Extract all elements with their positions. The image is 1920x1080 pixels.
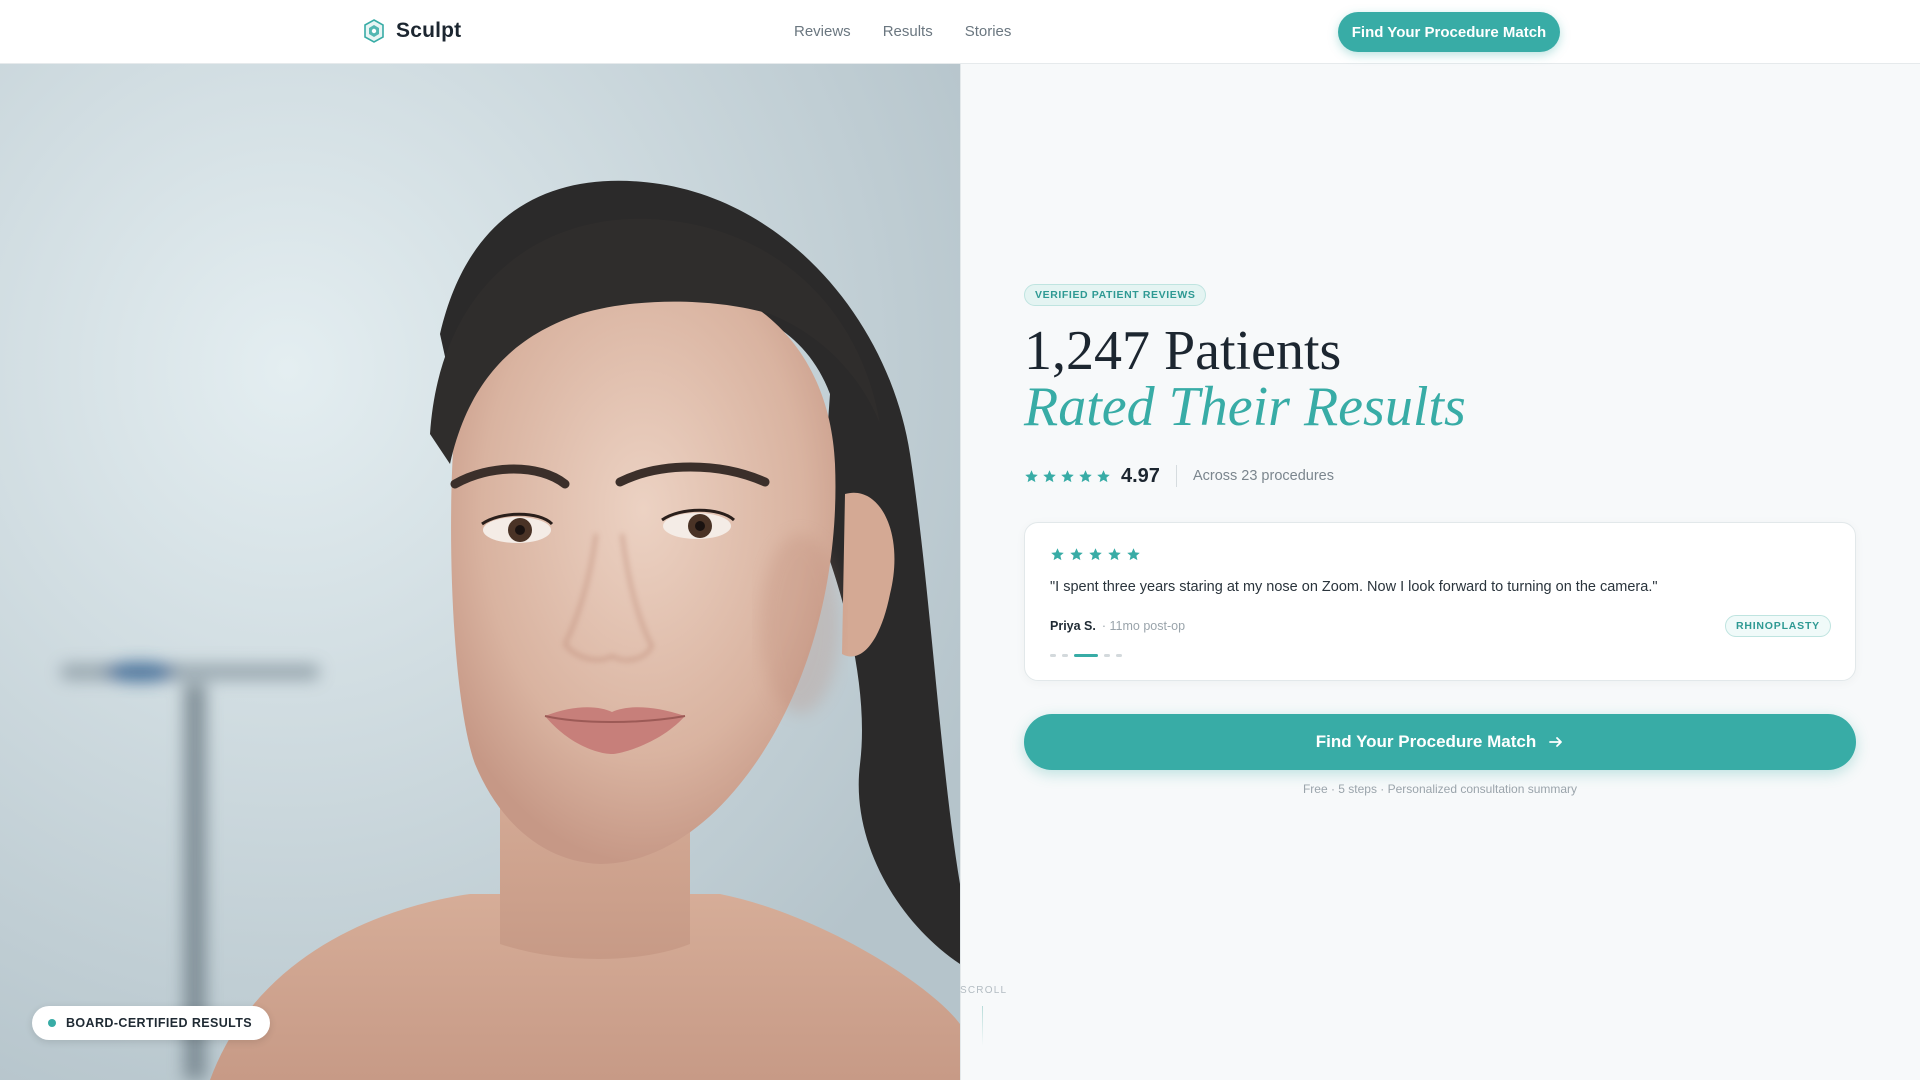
brand-name: Sculpt: [396, 19, 462, 42]
scroll-indicator-label: SCROLL: [960, 985, 1008, 996]
site-header: Sculpt Reviews Results Stories Find Your…: [0, 0, 1920, 64]
verified-reviews-pill: VERIFIED PATIENT REVIEWS: [1024, 284, 1207, 306]
star-icon: [1043, 469, 1056, 482]
reviewer-meta: · 11mo post-op: [1101, 619, 1186, 633]
portrait-image: [0, 64, 960, 1080]
rating-score: 4.97: [1121, 464, 1160, 487]
carousel-dot[interactable]: [1116, 654, 1122, 657]
star-icon: [1127, 548, 1140, 561]
review-quote: "I spent three years staring at my nose …: [1050, 579, 1658, 595]
review-card: "I spent three years staring at my nose …: [1024, 522, 1856, 681]
arrow-right-icon: [1549, 737, 1563, 747]
panel-divider: [960, 64, 961, 1080]
nav-link-reviews[interactable]: Reviews: [794, 23, 851, 40]
carousel-dot-active[interactable]: [1074, 654, 1098, 657]
carousel-dot[interactable]: [1062, 654, 1068, 657]
nav-link-stories[interactable]: Stories: [965, 23, 1012, 40]
carousel-dot[interactable]: [1050, 654, 1056, 657]
star-icon: [1097, 469, 1110, 482]
review-author: Priya S. · 11mo post-op: [1050, 619, 1185, 633]
star-icon: [1108, 548, 1121, 561]
rating-subtext: Across 23 procedures: [1192, 468, 1334, 484]
carousel-dot[interactable]: [1104, 654, 1110, 657]
aggregate-rating: 4.97 Across 23 procedures: [1024, 464, 1334, 488]
carousel-dots: [1050, 654, 1122, 657]
board-certified-badge: BOARD-CERTIFIED RESULTS: [32, 1006, 271, 1040]
status-dot-icon: [48, 1019, 56, 1027]
star-icon: [1070, 548, 1083, 561]
hero-title-accent: Rated Their Results: [1024, 376, 1466, 438]
find-procedure-match-button[interactable]: Find Your Procedure Match: [1024, 714, 1856, 770]
star-icon: [1025, 469, 1038, 482]
star-icon: [1089, 548, 1102, 561]
star-icon: [1061, 469, 1074, 482]
hero-photo: BOARD-CERTIFIED RESULTS: [0, 64, 960, 1080]
procedure-tag[interactable]: RHINOPLASTY: [1724, 615, 1831, 637]
rating-separator: [1175, 465, 1177, 487]
main-nav: Reviews Results Stories: [794, 23, 1011, 40]
cta-label: Find Your Procedure Match: [1315, 732, 1537, 751]
star-icon: [1051, 548, 1064, 561]
cta-subtext: Free · 5 steps · Personalized consultati…: [1302, 782, 1578, 796]
star-icon: [1079, 469, 1092, 482]
hexagon-logo-icon: [364, 19, 384, 43]
reviewer-name: Priya S.: [1050, 619, 1096, 633]
brand-logo[interactable]: Sculpt: [364, 19, 461, 43]
rating-stars: [1024, 469, 1111, 484]
nav-link-results[interactable]: Results: [883, 23, 933, 40]
review-stars: [1050, 547, 1141, 562]
board-certified-label: BOARD-CERTIFIED RESULTS: [66, 1016, 253, 1030]
header-cta-button[interactable]: Find Your Procedure Match: [1338, 12, 1560, 52]
scroll-indicator-line: [982, 1006, 983, 1046]
